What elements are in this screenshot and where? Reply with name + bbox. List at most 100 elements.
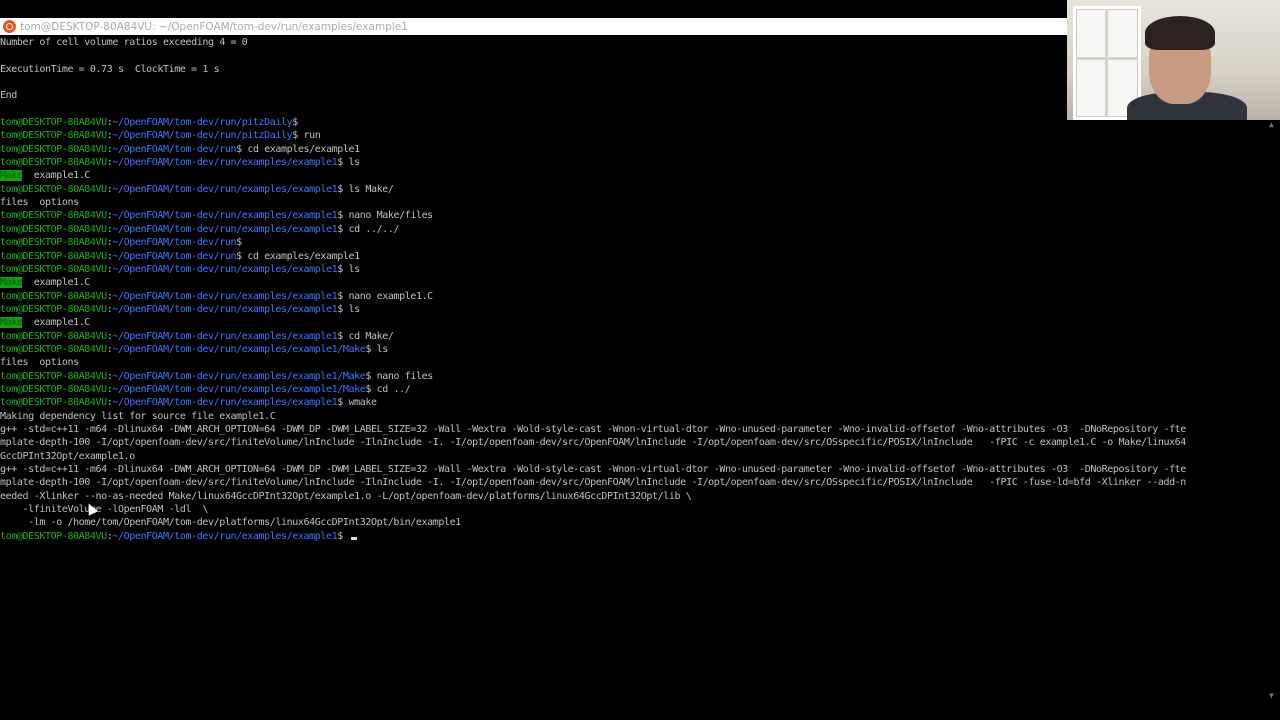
terminal-line: tom@DESKTOP-80A84VU:~/OpenFOAM/tom-dev/r…: [0, 183, 1266, 196]
prompt-user: tom@DESKTOP-80A84VU: [0, 303, 107, 315]
terminal-line: tom@DESKTOP-80A84VU:~/OpenFOAM/tom-dev/r…: [0, 383, 1266, 396]
command-text: cd examples/example1: [247, 250, 360, 262]
terminal-output[interactable]: Number of cell volume ratios exceeding 4…: [0, 36, 1266, 696]
command-text: ls Make/: [348, 183, 394, 195]
terminal-line: tom@DESKTOP-80A84VU:~/OpenFOAM/tom-dev/r…: [0, 370, 1266, 383]
command-text: cd ../: [376, 383, 411, 395]
command-text: ls: [348, 303, 361, 315]
terminal-line: tom@DESKTOP-80A84VU:~/OpenFOAM/tom-dev/r…: [0, 303, 1266, 316]
prompt-symbol: $: [365, 370, 377, 382]
prompt-user: tom@DESKTOP-80A84VU: [0, 530, 107, 542]
output-text: files options: [0, 357, 79, 369]
command-text: nano example1.C: [348, 290, 434, 302]
prompt-symbol: $: [337, 530, 349, 542]
output-text: g++ -std=c++11 -m64 -Dlinux64 -DWM_ARCH_…: [0, 464, 1186, 475]
prompt-path: ~/OpenFOAM/tom-dev/run/examples/example1: [112, 223, 338, 235]
prompt-path: ~/OpenFOAM/tom-dev/run/examples/example1…: [112, 343, 366, 355]
prompt-path: ~/OpenFOAM/tom-dev/run/examples/example1: [112, 397, 338, 409]
prompt-user: tom@DESKTOP-80A84VU: [0, 290, 107, 302]
terminal-line: GccDPInt32Opt/example1.o: [0, 450, 1266, 463]
prompt-path: ~/OpenFOAM/tom-dev/run/examples/example1: [112, 530, 338, 542]
window-titlebar[interactable]: tom@DESKTOP-80A84VU: ~/OpenFOAM/tom-dev/…: [0, 18, 1067, 35]
prompt-user: tom@DESKTOP-80A84VU: [0, 330, 107, 342]
output-text: -lfiniteVolume -lOpenFOAM -ldl \: [0, 504, 208, 516]
prompt-user: tom@DESKTOP-80A84VU: [0, 117, 107, 129]
text-cursor: [350, 536, 357, 540]
prompt-symbol: $: [337, 223, 349, 235]
terminal-line: tom@DESKTOP-80A84VU:~/OpenFOAM/tom-dev/r…: [0, 156, 1266, 169]
output-text: mplate-depth-100 -I/opt/openfoam-dev/src…: [0, 477, 1186, 489]
terminal-line: tom@DESKTOP-80A84VU:~/OpenFOAM/tom-dev/r…: [0, 330, 1266, 343]
output-text: -lm -o /home/tom/OpenFOAM/tom-dev/platfo…: [0, 517, 461, 529]
terminal-line: tom@DESKTOP-80A84VU:~/OpenFOAM/tom-dev/r…: [0, 290, 1266, 303]
command-text: ls: [348, 263, 361, 275]
webcam-overlay: [1067, 0, 1280, 120]
file-entry: example1.C: [22, 317, 91, 329]
terminal-line: files options: [0, 356, 1266, 369]
prompt-symbol: $: [337, 397, 349, 409]
prompt-path: ~/OpenFOAM/tom-dev/run/examples/example1: [112, 303, 338, 315]
prompt-path: ~/OpenFOAM/tom-dev/run/examples/example1: [112, 157, 338, 169]
terminal-line: Make example1.C: [0, 316, 1266, 329]
command-text: cd Make/: [348, 330, 394, 342]
prompt-path: ~/OpenFOAM/tom-dev/run/examples/example1: [112, 263, 338, 275]
prompt-path: ~/OpenFOAM/tom-dev/run: [112, 250, 237, 262]
command-text: wmake: [348, 397, 378, 409]
terminal-line: mplate-depth-100 -I/opt/openfoam-dev/src…: [0, 436, 1266, 449]
prompt-symbol: $: [292, 117, 304, 129]
prompt-symbol: $: [292, 130, 304, 142]
prompt-path: ~/OpenFOAM/tom-dev/run/examples/example1: [112, 183, 338, 195]
terminal-line: tom@DESKTOP-80A84VU:~/OpenFOAM/tom-dev/r…: [0, 209, 1266, 222]
prompt-user: tom@DESKTOP-80A84VU: [0, 143, 107, 155]
prompt-symbol: $: [365, 383, 377, 395]
terminal-line: -lm -o /home/tom/OpenFOAM/tom-dev/platfo…: [0, 516, 1266, 529]
command-text: cd ../../: [348, 223, 400, 235]
directory-entry: Make: [0, 277, 23, 289]
prompt-path: ~/OpenFOAM/tom-dev/run/examples/example1…: [112, 383, 366, 395]
output-text: mplate-depth-100 -I/opt/openfoam-dev/src…: [0, 437, 1186, 449]
scroll-up-icon[interactable]: ▲: [1269, 120, 1274, 129]
prompt-symbol: $: [337, 290, 349, 302]
terminal-line: tom@DESKTOP-80A84VU:~/OpenFOAM/tom-dev/r…: [0, 129, 1266, 142]
terminal-line: tom@DESKTOP-80A84VU:~/OpenFOAM/tom-dev/r…: [0, 223, 1266, 236]
command-text: ls: [376, 343, 389, 355]
command-text: run: [303, 130, 321, 142]
terminal-line: tom@DESKTOP-80A84VU:~/OpenFOAM/tom-dev/r…: [0, 343, 1266, 356]
presenter-hair: [1145, 16, 1215, 50]
terminal-line: eeded -Xlinker --no-as-needed Make/linux…: [0, 490, 1266, 503]
prompt-path: ~/OpenFOAM/tom-dev/run: [112, 143, 237, 155]
terminal-line: tom@DESKTOP-80A84VU:~/OpenFOAM/tom-dev/r…: [0, 236, 1266, 249]
file-entry: example1.C: [22, 277, 91, 289]
prompt-user: tom@DESKTOP-80A84VU: [0, 343, 107, 355]
prompt-user: tom@DESKTOP-80A84VU: [0, 370, 107, 382]
prompt-user: tom@DESKTOP-80A84VU: [0, 383, 107, 395]
prompt-user: tom@DESKTOP-80A84VU: [0, 237, 107, 249]
directory-entry: Make: [0, 170, 23, 182]
prompt-path: ~/OpenFOAM/tom-dev/run/examples/example1: [112, 290, 338, 302]
output-text: g++ -std=c++11 -m64 -Dlinux64 -DWM_ARCH_…: [0, 423, 1186, 435]
prompt-symbol: $: [236, 143, 248, 155]
prompt-symbol: $: [236, 237, 248, 249]
scroll-down-icon[interactable]: ▼: [1269, 691, 1274, 700]
terminal-line: Making dependency list for source file e…: [0, 410, 1266, 423]
output-text: End: [0, 90, 17, 102]
terminal-line: tom@DESKTOP-80A84VU:~/OpenFOAM/tom-dev/r…: [0, 263, 1266, 276]
terminal-line: g++ -std=c++11 -m64 -Dlinux64 -DWM_ARCH_…: [0, 423, 1266, 436]
prompt-symbol: $: [365, 343, 377, 355]
window-title: tom@DESKTOP-80A84VU: ~/OpenFOAM/tom-dev/…: [20, 20, 408, 33]
prompt-symbol: $: [337, 303, 349, 315]
prompt-user: tom@DESKTOP-80A84VU: [0, 263, 107, 275]
prompt-path: ~/OpenFOAM/tom-dev/run: [112, 237, 237, 249]
output-text: eeded -Xlinker --no-as-needed Make/linux…: [0, 490, 692, 502]
prompt-path: ~/OpenFOAM/tom-dev/run/examples/example1: [112, 210, 338, 222]
prompt-user: tom@DESKTOP-80A84VU: [0, 210, 107, 222]
prompt-symbol: $: [337, 210, 349, 222]
output-text: Making dependency list for source file e…: [0, 410, 276, 422]
directory-entry: Make: [0, 317, 23, 329]
terminal-scrollbar[interactable]: ▲ ▼: [1267, 120, 1280, 700]
terminal-line: tom@DESKTOP-80A84VU:~/OpenFOAM/tom-dev/r…: [0, 530, 1266, 543]
ubuntu-icon: [3, 20, 16, 33]
prompt-symbol: $: [337, 330, 349, 342]
prompt-symbol: $: [337, 183, 349, 195]
prompt-user: tom@DESKTOP-80A84VU: [0, 157, 107, 169]
